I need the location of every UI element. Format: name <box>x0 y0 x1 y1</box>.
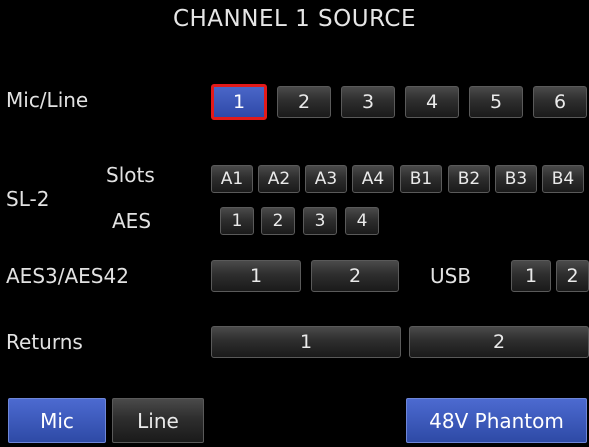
usb-label: USB <box>430 264 472 288</box>
aes3-aes42-label: AES3/AES42 <box>6 264 129 288</box>
aes3-button-1[interactable]: 1 <box>211 260 301 292</box>
aes-label: AES <box>112 209 152 233</box>
slot-button-b1[interactable]: B1 <box>400 165 442 193</box>
mic-line-button-1[interactable]: 1 <box>211 84 267 120</box>
page-title: CHANNEL 1 SOURCE <box>172 6 417 32</box>
mic-line-button-2[interactable]: 2 <box>277 86 331 118</box>
slot-button-b4[interactable]: B4 <box>542 165 584 193</box>
slot-button-a4[interactable]: A4 <box>352 165 394 193</box>
slot-button-b3[interactable]: B3 <box>495 165 537 193</box>
mic-line-label: Mic/Line <box>6 88 89 112</box>
mic-line-button-6[interactable]: 6 <box>533 86 587 118</box>
aes-button-3[interactable]: 3 <box>303 207 337 235</box>
usb-button-1[interactable]: 1 <box>511 260 551 292</box>
slot-button-a2[interactable]: A2 <box>258 165 300 193</box>
slot-button-a1[interactable]: A1 <box>211 165 253 193</box>
aes-button-4[interactable]: 4 <box>345 207 379 235</box>
mic-button[interactable]: Mic <box>8 398 106 443</box>
aes-button-2[interactable]: 2 <box>261 207 295 235</box>
slot-button-b2[interactable]: B2 <box>448 165 490 193</box>
phantom-48v-button[interactable]: 48V Phantom <box>406 398 587 443</box>
mic-line-button-4[interactable]: 4 <box>405 86 459 118</box>
aes-button-1[interactable]: 1 <box>220 207 254 235</box>
usb-button-2[interactable]: 2 <box>556 260 589 292</box>
returns-button-2[interactable]: 2 <box>409 326 589 358</box>
aes3-button-2[interactable]: 2 <box>311 260 399 292</box>
slots-label: Slots <box>106 163 155 187</box>
mic-line-button-5[interactable]: 5 <box>469 86 523 118</box>
returns-button-1[interactable]: 1 <box>211 326 401 358</box>
slot-button-a3[interactable]: A3 <box>305 165 347 193</box>
mic-line-button-3[interactable]: 3 <box>341 86 395 118</box>
returns-label: Returns <box>6 330 83 354</box>
sl2-label: SL-2 <box>6 187 50 211</box>
line-button[interactable]: Line <box>112 398 204 443</box>
